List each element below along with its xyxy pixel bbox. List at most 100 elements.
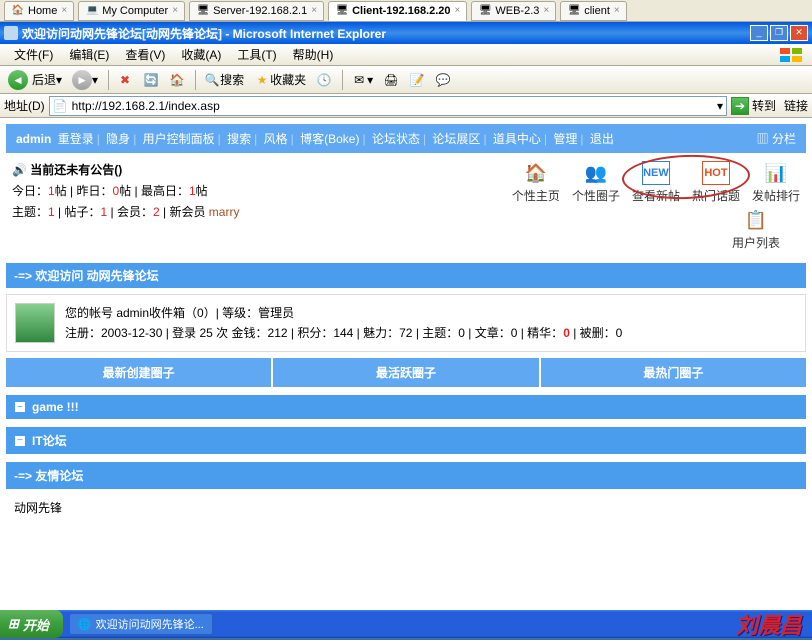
- link-blog[interactable]: 博客(Boke): [300, 132, 359, 146]
- split-columns-button[interactable]: ▥ 分栏: [757, 130, 796, 147]
- menu-tools[interactable]: 工具(T): [229, 44, 284, 65]
- close-button[interactable]: ✕: [790, 25, 808, 41]
- chevron-down-icon[interactable]: ▾: [717, 99, 723, 113]
- forum-it[interactable]: −IT论坛: [6, 427, 806, 454]
- links-label[interactable]: 链接: [784, 97, 808, 114]
- edit-button[interactable]: 📝: [405, 70, 429, 90]
- stop-icon: ✖: [117, 72, 133, 88]
- address-input[interactable]: 📄http://192.168.2.1/index.asp▾: [49, 96, 727, 116]
- home-icon: 🏠: [169, 72, 185, 88]
- link-relogin[interactable]: 重登录: [58, 132, 94, 146]
- link-panel[interactable]: 用户控制面板: [143, 132, 215, 146]
- title-bar: 欢迎访问动网先锋论坛[动网先锋论坛] - Microsoft Internet …: [0, 22, 812, 44]
- vm-tabs-bar: 🏠Home× 💻My Computer× 🖥Server-192.168.2.1…: [0, 0, 812, 22]
- link-logout[interactable]: 退出: [590, 132, 614, 146]
- menu-bar: 文件(F) 编辑(E) 查看(V) 收藏(A) 工具(T) 帮助(H): [0, 44, 812, 66]
- close-icon[interactable]: ×: [614, 5, 620, 16]
- col-newest[interactable]: 最新创建圈子: [6, 358, 273, 387]
- link-style[interactable]: 风格: [264, 132, 288, 146]
- tab-client-active[interactable]: 🖥Client-192.168.2.20×: [328, 1, 467, 21]
- close-icon[interactable]: ×: [172, 5, 178, 16]
- discuss-button[interactable]: 💬: [431, 70, 455, 90]
- collapse-icon[interactable]: −: [14, 435, 26, 447]
- menu-view[interactable]: 查看(V): [117, 44, 173, 65]
- link-search[interactable]: 搜索: [227, 132, 251, 146]
- menu-favorites[interactable]: 收藏(A): [173, 44, 229, 65]
- home-icon: 🏠: [11, 4, 25, 18]
- tab-home[interactable]: 🏠Home×: [4, 1, 74, 21]
- current-user: admin: [16, 132, 51, 146]
- tab-client2[interactable]: 🖥client×: [560, 1, 627, 21]
- go-button[interactable]: ➔转到: [731, 97, 776, 115]
- back-arrow-icon: ◄: [8, 70, 28, 90]
- welcome-bar: -=> 欢迎访问 动网先锋论坛: [6, 263, 806, 288]
- search-button[interactable]: 🔍搜索: [200, 69, 248, 90]
- start-button[interactable]: ⊞开始: [0, 610, 63, 638]
- link-props[interactable]: 道具中心: [493, 132, 541, 146]
- col-active[interactable]: 最活跃圈子: [273, 358, 540, 387]
- forum-friends[interactable]: -=> 友情论坛: [6, 462, 806, 489]
- stats-line: 注册：2003-12-30 | 登录 25 次 金钱：212 | 积分：144 …: [65, 323, 797, 343]
- page-icon: 📄: [53, 99, 68, 113]
- menu-edit[interactable]: 编辑(E): [61, 44, 117, 65]
- page-content: admin 重登录| 隐身| 用户控制面板| 搜索| 风格| 博客(Boke)|…: [0, 118, 812, 610]
- toolbar: ◄后退 ▾ ► ▾ ✖ 🔄 🏠 🔍搜索 ★收藏夹 🕓 ✉▾ 🖨 📝 💬: [0, 66, 812, 94]
- forward-button[interactable]: ► ▾: [68, 68, 102, 92]
- action-userlist[interactable]: 📋用户列表: [732, 208, 780, 251]
- close-icon[interactable]: ×: [455, 5, 461, 16]
- ie-icon: 🌐: [78, 618, 92, 631]
- link-manage[interactable]: 管理: [553, 132, 577, 146]
- new-member-link[interactable]: marry: [209, 205, 240, 219]
- minimize-button[interactable]: _: [750, 25, 768, 41]
- print-button[interactable]: 🖨: [379, 70, 403, 90]
- action-home[interactable]: 🏠个性主页: [512, 161, 560, 204]
- taskbar: ⊞开始 🌐欢迎访问动网先锋论... 刘晨昌: [0, 610, 812, 638]
- home-button[interactable]: 🏠: [165, 70, 189, 90]
- address-label: 地址(D): [4, 97, 45, 114]
- close-icon[interactable]: ×: [543, 5, 549, 16]
- close-icon[interactable]: ×: [311, 5, 317, 16]
- welcome-box: 您的帐号 admin收件箱（0）| 等级：管理员 注册：2003-12-30 |…: [6, 294, 806, 352]
- client-icon: 🖥: [335, 4, 349, 18]
- forward-arrow-icon: ►: [72, 70, 92, 90]
- maximize-button[interactable]: ❐: [770, 25, 788, 41]
- action-rank[interactable]: 📊发帖排行: [752, 161, 800, 204]
- announcement-text: 当前还未有公告(): [30, 163, 122, 177]
- tab-server[interactable]: 🖥Server-192.168.2.1×: [189, 1, 324, 21]
- web-icon: 🖥: [478, 4, 492, 18]
- col-hot[interactable]: 最热门圈子: [541, 358, 806, 387]
- forum-navbar: admin 重登录| 隐身| 用户控制面板| 搜索| 风格| 博客(Boke)|…: [6, 124, 806, 153]
- forum-game[interactable]: −game !!!: [6, 395, 806, 419]
- ie-window: 欢迎访问动网先锋论坛[动网先锋论坛] - Microsoft Internet …: [0, 22, 812, 630]
- menu-file[interactable]: 文件(F): [6, 44, 61, 65]
- new-icon: NEW: [642, 161, 670, 185]
- back-button[interactable]: ◄后退 ▾: [4, 68, 66, 92]
- menu-help[interactable]: 帮助(H): [285, 44, 342, 65]
- action-hot[interactable]: HOT热门话题: [692, 161, 740, 204]
- close-icon[interactable]: ×: [61, 5, 67, 16]
- favorites-button[interactable]: ★收藏夹: [250, 69, 310, 90]
- address-bar: 地址(D) 📄http://192.168.2.1/index.asp▾ ➔转到…: [0, 94, 812, 118]
- window-title: 欢迎访问动网先锋论坛[动网先锋论坛] - Microsoft Internet …: [4, 25, 386, 42]
- link-zone[interactable]: 论坛展区: [432, 132, 480, 146]
- taskbar-item-ie[interactable]: 🌐欢迎访问动网先锋论...: [69, 613, 213, 635]
- mail-button[interactable]: ✉▾: [347, 70, 377, 90]
- stop-button[interactable]: ✖: [113, 70, 137, 90]
- action-circle[interactable]: 👥个性圈子: [572, 161, 620, 204]
- refresh-button[interactable]: 🔄: [139, 70, 163, 90]
- history-icon: 🕓: [316, 72, 332, 88]
- collapse-icon[interactable]: −: [14, 401, 26, 413]
- hot-icon: HOT: [702, 161, 730, 185]
- history-button[interactable]: 🕓: [312, 70, 336, 90]
- link-hide[interactable]: 隐身: [106, 132, 130, 146]
- friends-link[interactable]: 动网先锋: [6, 489, 806, 526]
- action-newposts[interactable]: NEW查看新帖: [632, 161, 680, 204]
- notice-area: 🔊 当前还未有公告() 今日：1帖 | 昨日：0帖 | 最高日：1帖 主题：1 …: [6, 153, 806, 259]
- tab-mycomputer[interactable]: 💻My Computer×: [78, 1, 185, 21]
- link-status[interactable]: 论坛状态: [372, 132, 420, 146]
- ie-icon: [4, 26, 18, 40]
- stats-line2: 主题：1 | 帖子：1 | 会员：2 | 新会员 marry: [12, 203, 239, 220]
- go-arrow-icon: ➔: [731, 97, 749, 115]
- print-icon: 🖨: [383, 72, 399, 88]
- tab-web[interactable]: 🖥WEB-2.3×: [471, 1, 556, 21]
